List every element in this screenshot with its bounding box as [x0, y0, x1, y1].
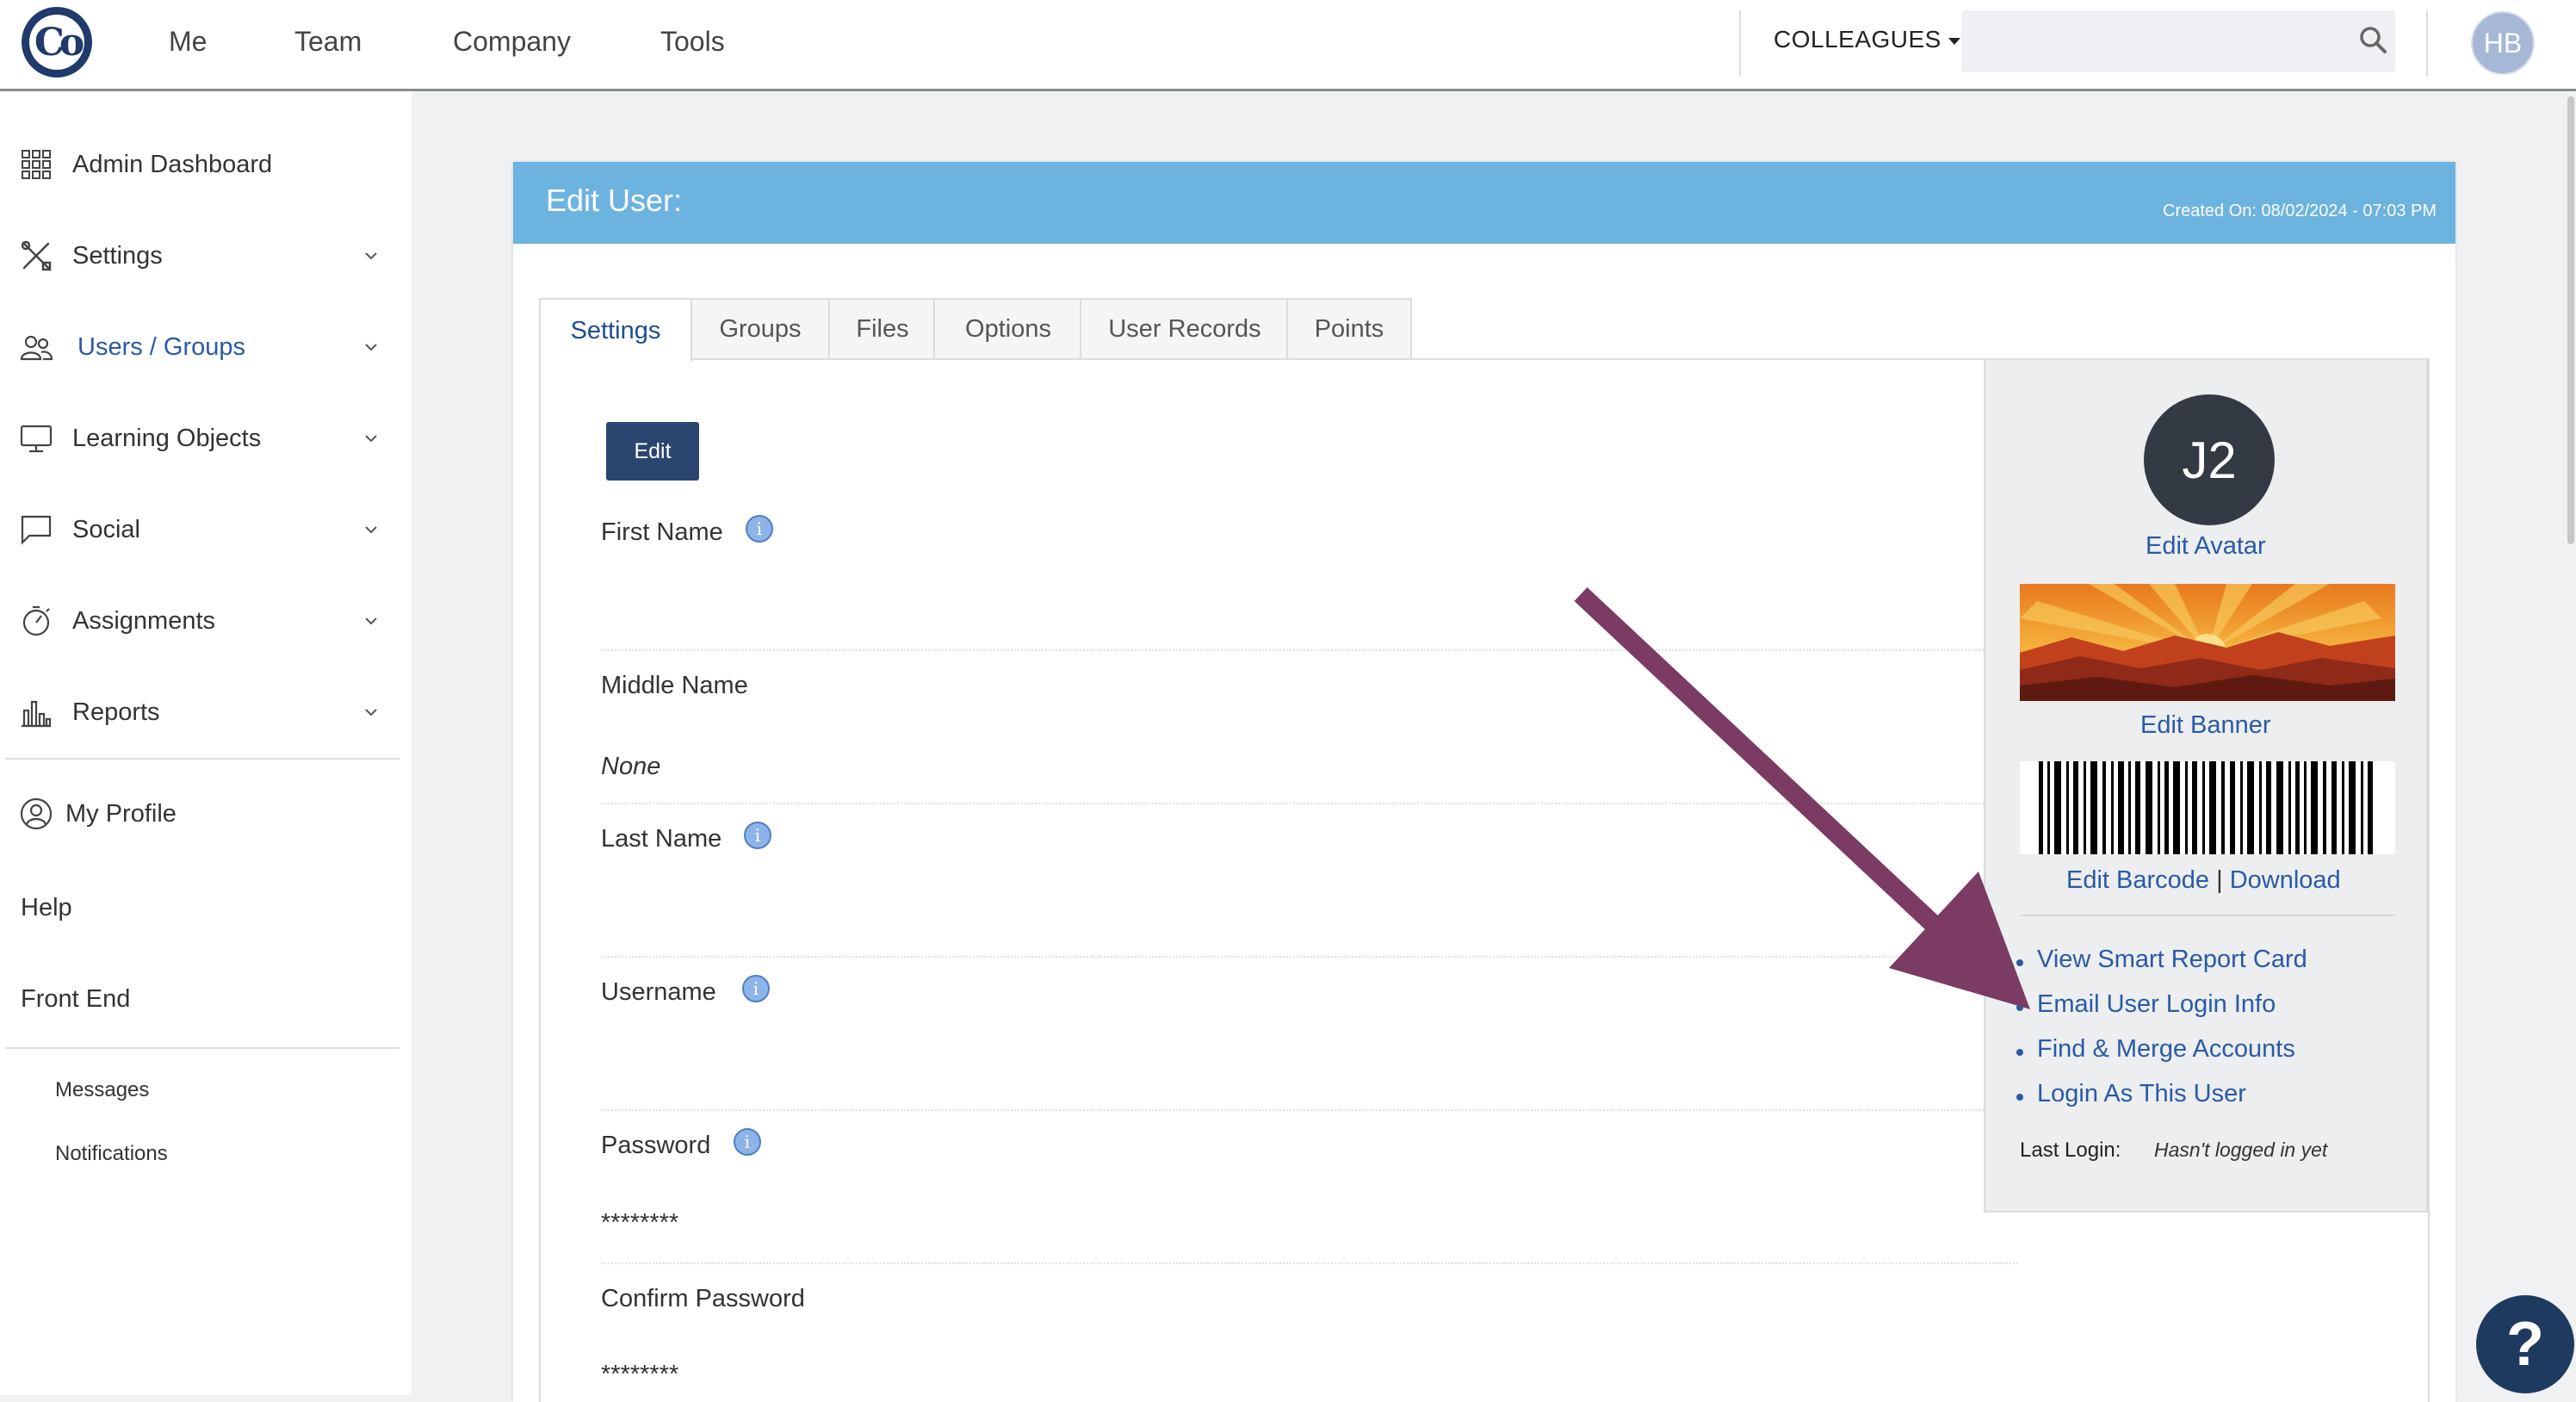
barcode-links: Edit Barcode | Download: [2066, 866, 2341, 895]
caret-down-icon: [1947, 37, 1960, 45]
created-on-text: Created On: 08/02/2024 - 07:03 PM: [2163, 202, 2437, 220]
users-icon: [20, 335, 53, 361]
app-logo[interactable]: Co: [22, 7, 92, 78]
sidebar-item-label: Settings: [72, 241, 163, 270]
sidebar-item-settings[interactable]: Settings: [0, 217, 405, 295]
sidebar-item-admin-dashboard[interactable]: Admin Dashboard: [0, 126, 405, 203]
tab-points[interactable]: Points: [1286, 298, 1412, 358]
chevron-down-icon: [365, 344, 377, 351]
sidebar-item-label: My Profile: [65, 799, 176, 828]
chevron-down-icon: [365, 435, 377, 443]
profile-banner-image: [2020, 584, 2395, 701]
user-actions-list: View Smart Report Card Email User Login …: [2011, 946, 2307, 1125]
edit-user-card: Edit User: Created On: 08/02/2024 - 07:0…: [513, 162, 2455, 1402]
field-divider: [601, 1262, 2018, 1264]
view-smart-report-card-link[interactable]: View Smart Report Card: [2011, 946, 2307, 990]
password-value: ********: [601, 1209, 679, 1237]
first-name-label: First Name: [601, 518, 723, 546]
username-label: Username: [601, 978, 716, 1006]
search-input[interactable]: [1961, 10, 2395, 72]
sidebar-item-reports[interactable]: Reports: [0, 673, 405, 751]
panel-divider: [2020, 915, 2395, 916]
colleagues-dropdown[interactable]: COLLEAGUES: [1774, 26, 1960, 53]
last-login-label: Last Login:: [2020, 1138, 2121, 1162]
user-avatar[interactable]: HB: [2471, 11, 2535, 75]
last-name-label: Last Name: [601, 825, 722, 853]
logo-mark: Co: [29, 15, 84, 70]
sidebar-item-social[interactable]: Social: [0, 491, 405, 568]
panel-border: [539, 358, 541, 1402]
download-barcode-link[interactable]: Download: [2230, 866, 2341, 894]
card-header: Edit User: Created On: 08/02/2024 - 07:0…: [513, 162, 2455, 244]
sidebar-item-help[interactable]: Help: [21, 894, 72, 922]
bar-chart-icon: [22, 700, 52, 728]
tab-files[interactable]: Files: [828, 298, 937, 358]
edit-banner-link[interactable]: Edit Banner: [2140, 711, 2271, 740]
sidebar-divider: [5, 758, 399, 760]
colleagues-label: COLLEAGUES: [1774, 26, 1941, 53]
barcode-image: [2020, 761, 2395, 854]
sidebar-item-users-groups[interactable]: Users / Groups: [0, 308, 405, 386]
grid-icon: [22, 150, 51, 179]
chevron-down-icon: [365, 252, 377, 260]
sidebar-item-label: Assignments: [72, 606, 216, 635]
sidebar-divider: [5, 1047, 399, 1049]
monitor-icon: [20, 425, 53, 453]
edit-avatar-link[interactable]: Edit Avatar: [2146, 532, 2266, 561]
info-icon[interactable]: i: [744, 822, 771, 849]
find-merge-accounts-link[interactable]: Find & Merge Accounts: [2011, 1035, 2307, 1080]
nav-team[interactable]: Team: [294, 26, 362, 58]
sidebar-item-my-profile[interactable]: My Profile: [0, 775, 405, 853]
sidebar-item-notifications[interactable]: Notifications: [55, 1142, 168, 1166]
sidebar-item-label: Social: [72, 515, 140, 543]
chevron-down-icon: [365, 709, 377, 717]
nav-me[interactable]: Me: [169, 26, 207, 58]
help-question-icon[interactable]: ?: [2476, 1295, 2574, 1393]
panel-border: [2428, 358, 2430, 1402]
info-icon[interactable]: i: [734, 1128, 761, 1156]
tab-groups[interactable]: Groups: [689, 298, 832, 358]
sidebar-item-front-end[interactable]: Front End: [21, 985, 130, 1014]
sidebar-item-label: Reports: [72, 698, 160, 726]
nav-divider: [1739, 10, 1741, 76]
info-icon[interactable]: i: [746, 515, 773, 543]
nav-divider: [2426, 10, 2428, 76]
nav-tools[interactable]: Tools: [660, 26, 725, 58]
chevron-down-icon: [365, 526, 377, 534]
login-as-user-link[interactable]: Login As This User: [2011, 1080, 2307, 1125]
page-scrollbar[interactable]: [2567, 96, 2574, 544]
middle-name-label: Middle Name: [601, 672, 748, 699]
sidebar-item-assignments[interactable]: Assignments: [0, 582, 405, 660]
link-separator: |: [2216, 866, 2223, 894]
tab-options[interactable]: Options: [933, 298, 1083, 358]
sidebar-item-label: Learning Objects: [72, 424, 262, 452]
chat-icon: [21, 515, 52, 545]
nav-company[interactable]: Company: [453, 26, 571, 58]
top-navbar: Co Me Team Company Tools COLLEAGUES HB: [0, 0, 2576, 91]
sidebar: Admin Dashboard Settings Users / Groups …: [0, 91, 412, 1395]
password-label: Password: [601, 1132, 711, 1159]
stopwatch-icon: [22, 605, 50, 636]
sidebar-item-label: Users / Groups: [77, 332, 245, 361]
edit-button[interactable]: Edit: [606, 422, 699, 481]
confirm-password-label: Confirm Password: [601, 1285, 805, 1312]
last-login-value: Hasn't logged in yet: [2154, 1138, 2328, 1161]
search-icon[interactable]: [2357, 24, 2388, 55]
tab-settings[interactable]: Settings: [539, 298, 692, 362]
tab-user-records[interactable]: User Records: [1080, 298, 1290, 358]
tools-icon: [21, 240, 52, 271]
page-title: Edit User:: [546, 183, 683, 218]
profile-side-panel: J2 Edit Avatar Edit Banner Edit Barcode …: [1984, 358, 2428, 1213]
sidebar-item-learning-objects[interactable]: Learning Objects: [0, 400, 405, 477]
middle-name-value: None: [601, 753, 661, 780]
sidebar-item-messages[interactable]: Messages: [55, 1078, 149, 1102]
info-icon[interactable]: i: [742, 975, 770, 1002]
chevron-down-icon: [365, 617, 377, 625]
edit-barcode-link[interactable]: Edit Barcode: [2066, 866, 2209, 894]
user-avatar-large[interactable]: J2: [2144, 394, 2275, 525]
sidebar-item-label: Admin Dashboard: [72, 150, 273, 178]
confirm-password-value: ********: [601, 1361, 679, 1388]
email-user-login-info-link[interactable]: Email User Login Info: [2011, 990, 2307, 1035]
user-circle-icon: [20, 797, 53, 830]
